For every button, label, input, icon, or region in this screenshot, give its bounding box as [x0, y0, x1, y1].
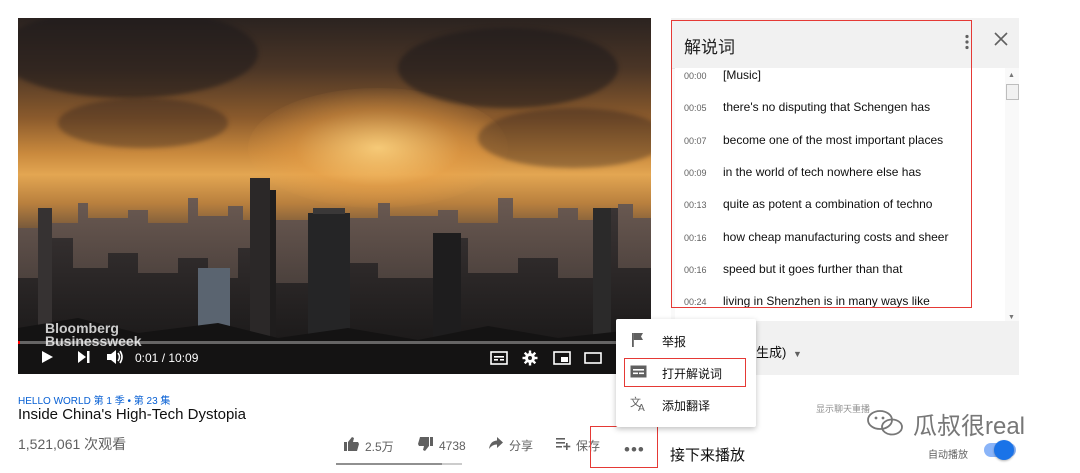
subtitles-button[interactable] [490, 351, 508, 368]
volume-icon [106, 349, 124, 368]
progress-fill [18, 341, 20, 344]
sentiment-bar-fill [336, 463, 442, 465]
theater-button[interactable] [584, 351, 602, 368]
miniplayer-button[interactable] [553, 351, 571, 368]
video-tags[interactable]: HELLO WORLD 第 1 季 • 第 23 集 [18, 392, 170, 407]
video-player[interactable]: Bloomberg Businessweek [18, 18, 651, 374]
scroll-down-icon[interactable]: ▼ [1008, 314, 1015, 321]
progress-bar[interactable] [18, 341, 651, 344]
dropdown-arrow-icon: ▼ [792, 349, 802, 359]
scroll-thumb[interactable] [1006, 84, 1019, 100]
settings-icon [522, 350, 538, 369]
like-button[interactable]: 2.5万 [343, 436, 394, 456]
menu-item[interactable]: 举报 [616, 325, 756, 357]
up-next-heading: 接下来播放 [670, 447, 746, 464]
thumbs-down-icon [417, 436, 434, 456]
share-icon [488, 436, 504, 454]
play-button[interactable] [40, 350, 54, 367]
playlist-add-icon [555, 436, 571, 454]
video-title: Inside China's High-Tech Dystopia [18, 406, 246, 423]
subtitles-icon [490, 351, 508, 368]
menu-item-label: 添加翻译 [662, 398, 711, 413]
bloomberg-watermark: Bloomberg Businessweek [45, 320, 142, 349]
volume-button[interactable] [106, 349, 124, 368]
play-icon [40, 350, 54, 367]
video-cloud [398, 28, 618, 108]
time-display: 0:01 / 10:09 [135, 351, 199, 365]
share-button[interactable]: 分享 [488, 436, 533, 454]
flag-icon [630, 332, 646, 350]
account-watermark: 瓜叔很real [913, 413, 1026, 440]
highlight-box-menu-item [624, 358, 746, 387]
settings-button[interactable] [522, 350, 538, 369]
thumbs-up-icon [343, 436, 360, 456]
video-cloud [58, 98, 228, 148]
transcript-scrollbar[interactable] [1005, 68, 1019, 321]
autoplay-label: 自动播放 [928, 450, 968, 461]
next-icon [77, 350, 91, 367]
translate-icon: 文A [630, 395, 646, 415]
svg-text:A: A [638, 403, 645, 412]
menu-item[interactable]: 文 A 添加翻译 [616, 389, 756, 421]
video-cloud [18, 18, 258, 98]
next-button[interactable] [77, 350, 91, 367]
live-chat-replay-button[interactable]: 显示聊天重播 [816, 402, 870, 415]
autoplay-toggle-knob[interactable] [994, 440, 1014, 460]
wechat-icon [866, 408, 906, 445]
highlight-box-transcript [671, 20, 972, 308]
theater-icon [584, 351, 602, 368]
view-count: 1,521,061 次观看 [18, 436, 127, 452]
scroll-up-icon[interactable]: ▲ [1008, 72, 1015, 79]
dislike-button[interactable]: 4738 [417, 436, 466, 456]
miniplayer-icon [553, 351, 571, 368]
transcript-language-selector[interactable]: 生成) ▼ [756, 342, 802, 361]
menu-item-label: 举报 [662, 334, 687, 349]
close-icon[interactable] [993, 30, 1009, 53]
highlight-box-more [590, 426, 658, 468]
